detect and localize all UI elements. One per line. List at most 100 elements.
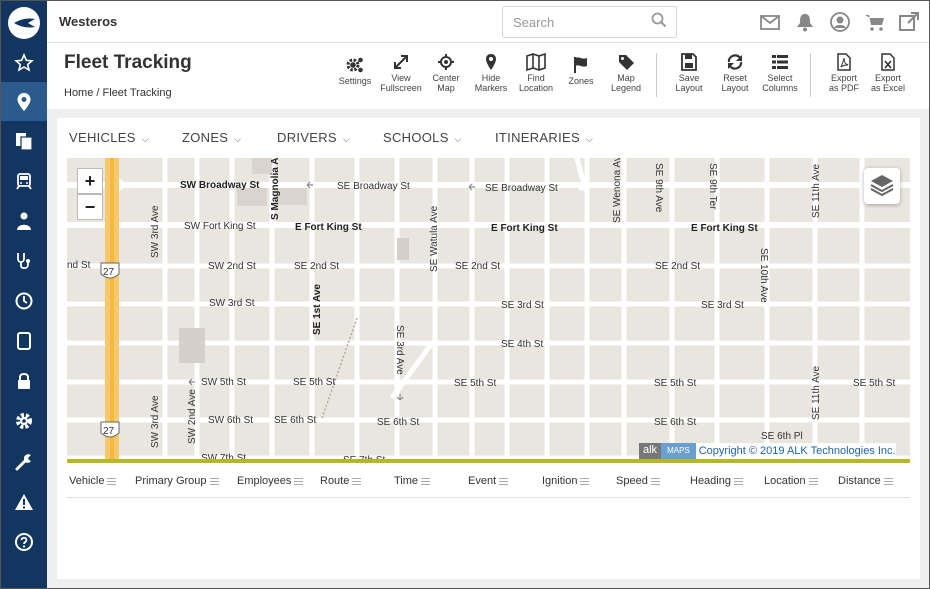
center-map-button[interactable]: Center Map [423,53,469,93]
column-header[interactable]: Speed [616,475,660,487]
driver-icon[interactable] [1,201,47,240]
schools-filter[interactable]: SCHOOLS ⌵ [383,130,462,145]
column-menu-icon[interactable] [421,476,431,487]
settings-icon [332,56,378,74]
zones-filter[interactable]: ZONES ⌵ [182,130,241,145]
column-header[interactable]: Time [394,475,431,487]
find-location-label-1: Find [527,73,545,83]
column-menu-icon[interactable] [650,476,660,487]
column-header-label: Employees [237,475,292,487]
column-menu-icon[interactable] [352,476,362,487]
view-fullscreen-button[interactable]: View Fullscreen [378,53,424,93]
export-excel-button[interactable]: Export as Excel [865,53,911,93]
column-header[interactable]: Employees [237,475,304,487]
map-marker-icon[interactable] [1,82,47,121]
street-label: E Fort King St [491,223,558,234]
zones-filter-label: ZONES [182,130,229,145]
vehicles-filter[interactable]: VEHICLES ⌵ [69,130,149,145]
drivers-filter[interactable]: DRIVERS ⌵ [277,130,350,145]
select-columns-button[interactable]: Select Columns [757,53,803,93]
gear-icon[interactable] [1,401,47,440]
organization-name: Westeros [59,14,118,29]
settings-button[interactable]: Settings [332,56,378,86]
hide-markers-label-2: Markers [474,83,508,93]
column-menu-icon[interactable] [808,476,818,487]
zoom-in-button[interactable]: + [77,168,103,194]
stethoscope-icon[interactable] [1,241,47,280]
column-header[interactable]: Location [764,475,818,487]
copyright-text[interactable]: Copyright © 2019 ALK Technologies Inc. [699,445,896,457]
street-label: SE 10th Ave [758,248,769,303]
save-icon [666,53,712,71]
reset-layout-label-1: Reset [723,73,747,83]
layers-button[interactable] [864,168,900,204]
column-header-label: Speed [616,475,648,487]
wrench-icon[interactable] [1,442,47,481]
map-resize-bar[interactable] [67,459,910,463]
column-header[interactable]: Heading [690,475,743,487]
column-menu-icon[interactable] [883,476,893,487]
column-menu-icon[interactable] [733,476,743,487]
street-label: SE Wenona Ave [612,158,623,223]
column-header[interactable]: Route [320,475,362,487]
expand-icon [378,53,424,71]
column-menu-icon[interactable] [294,476,304,487]
logo[interactable] [8,7,40,39]
settings-label: Settings [338,76,372,86]
itineraries-filter[interactable]: ITINERARIES ⌵ [495,130,593,145]
chevron-down-icon: ⌵ [454,134,462,144]
zoom-out-button[interactable]: − [77,194,103,220]
user-icon[interactable] [829,11,851,33]
column-header[interactable]: Ignition [542,475,590,487]
drivers-filter-label: DRIVERS [277,130,337,145]
breadcrumb-current: Fleet Tracking [102,87,172,99]
cart-icon[interactable] [864,11,886,33]
search-icon[interactable] [651,12,667,33]
column-menu-icon[interactable] [580,476,590,487]
map-legend-button[interactable]: Map Legend [603,53,649,93]
column-menu-icon[interactable] [107,476,117,487]
save-layout-button[interactable]: Save Layout [666,53,712,93]
export-pdf-label-1: Export [830,73,857,83]
alk-logo: alk [639,443,662,459]
flag-icon [558,56,604,74]
column-header[interactable]: Event [468,475,509,487]
itineraries-filter-label: ITINERARIES [495,130,580,145]
lock-icon[interactable] [1,361,47,400]
toolbar-divider [810,53,811,97]
map-view[interactable]: 27 27 SW Broadway St SE Broadway St SE B… [67,158,910,463]
street-label: SE 3rd Ave [394,325,405,375]
column-header-label: Heading [690,475,731,487]
zones-button[interactable]: Zones [558,56,604,86]
bell-icon[interactable] [794,11,816,33]
column-header[interactable]: Vehicle [69,475,117,487]
reports-icon[interactable] [1,121,47,160]
mail-icon[interactable] [759,11,781,33]
tablet-icon[interactable] [1,321,47,360]
find-location-button[interactable]: Find Location [513,53,559,93]
reset-layout-button[interactable]: Reset Layout [712,53,758,93]
filter-bar: VEHICLES ⌵ ZONES ⌵ DRIVERS ⌵ SCHOOLS ⌵ ITINE… [57,118,920,158]
column-header[interactable]: Distance [838,475,893,487]
column-menu-icon[interactable] [499,476,509,487]
hide-markers-button[interactable]: Hide Markers [468,53,514,93]
column-header[interactable]: Primary Group [135,475,219,487]
street-label: SW 2nd St [208,261,256,272]
bus-icon[interactable] [1,161,47,200]
warning-icon[interactable] [1,482,47,521]
schools-filter-label: SCHOOLS [383,130,449,145]
select-columns-label-1: Select [767,73,793,83]
chevron-down-icon: ⌵ [141,134,149,144]
hide-markers-label-1: Hide [481,73,501,83]
clock-icon[interactable] [1,281,47,320]
maps-logo: MAPS [661,443,696,459]
column-menu-icon[interactable] [209,476,219,487]
breadcrumb-home[interactable]: Home [64,87,93,99]
street-label: SE Watula Ave [429,205,440,272]
help-icon[interactable] [1,522,47,561]
export-pdf-button[interactable]: Export as PDF [821,53,867,93]
favorites-icon[interactable] [1,43,47,82]
column-header-label: Event [468,475,497,487]
external-link-icon[interactable] [898,11,920,33]
street-label: SE 9th Ave [653,163,664,213]
